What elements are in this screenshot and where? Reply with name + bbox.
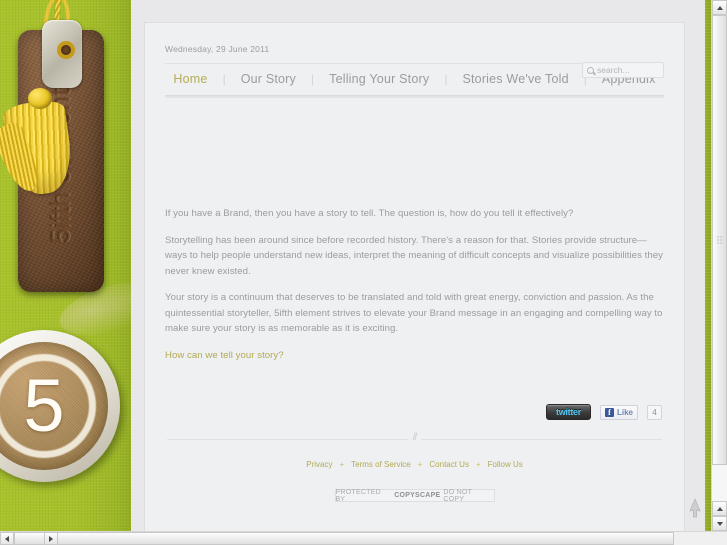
footer-link-terms-of-service[interactable]: Terms of Service [351,460,411,469]
footer-links: Privacy + Terms of Service + Contact Us … [145,440,684,469]
eyelet-hole-icon [57,41,75,59]
search-box[interactable] [582,62,664,78]
coffee-cup-image: 5 [0,330,120,482]
scroll-down-button[interactable] [712,516,727,531]
facebook-icon: f [604,407,614,417]
footer-link-follow-us[interactable]: Follow Us [488,460,523,469]
nav-item-our-story[interactable]: Our Story [226,72,311,86]
cta-link[interactable]: How can we tell your story? [165,350,284,361]
footer-link-contact-us[interactable]: Contact Us [429,460,469,469]
footer-divider: // [167,432,662,444]
search-input[interactable] [597,65,659,75]
twitter-share-button[interactable]: twitter [545,404,591,421]
latte-art-numeral: 5 [23,364,65,447]
mouse-cursor [689,497,701,518]
scroll-up-arrow-icon [716,506,723,511]
nav-item-telling-your-story[interactable]: Telling Your Story [314,72,444,86]
main-copy: If you have a Brand, then you have a sto… [145,98,684,363]
scroll-up-button[interactable] [712,0,727,15]
scroll-right-arrow-icon [49,535,53,542]
copyscape-brand: COPYSCAPE [394,492,441,500]
cta-paragraph: How can we tell your story? [165,348,664,364]
vertical-scrollbar-thumb[interactable] [712,15,727,465]
facebook-like-label: Like [616,407,633,417]
vertical-scrollbar[interactable] [711,0,727,531]
facebook-like-button[interactable]: f Like [599,404,638,420]
copyscape-suffix: DO NOT COPY [443,488,473,503]
horizontal-scrollbar-thumb[interactable] [14,532,674,545]
browser-viewport: 5ifth element 5 Wednesday, 29 June 2011 … [0,0,727,545]
brand-sidebar: 5ifth element 5 [0,0,131,531]
copyscape-prefix: PROTECTED BY [335,488,381,503]
paragraph-storytelling: Storytelling has been around since befor… [165,234,663,277]
footer-link-separator: + [339,460,345,470]
social-share-row: twitter f Like 4 [145,374,684,421]
paragraph-intro: If you have a Brand, then you have a sto… [165,208,574,219]
footer-link-separator: + [475,460,481,470]
scrollbar-grip-icon [716,235,723,245]
nav-item-home[interactable]: Home [158,72,222,86]
page-content-sheet: Wednesday, 29 June 2011 Home | Our Story… [144,22,685,531]
search-icon [585,65,596,75]
tassel-knot-icon [28,88,52,109]
scroll-up-button-bottom[interactable] [712,501,727,516]
scroll-up-arrow-icon [716,5,723,10]
scroll-right-button[interactable] [44,532,58,545]
coffee-surface: 5 [0,342,108,470]
copyscape-badge[interactable]: PROTECTED BY COPYSCAPE DO NOT COPY [334,488,495,503]
facebook-like-count: 4 [647,404,662,420]
paragraph-continuum: Your story is a continuum that deserves … [165,292,663,335]
footer-link-privacy[interactable]: Privacy [306,460,332,469]
scroll-down-arrow-icon [716,521,723,526]
footer-divider-mark: // [407,432,422,444]
horizontal-scrollbar[interactable] [0,531,727,545]
scroll-left-button[interactable] [0,532,14,545]
page-date: Wednesday, 29 June 2011 [165,44,270,54]
footer-link-separator: + [417,460,423,470]
scroll-left-arrow-icon [5,535,9,542]
nav-item-stories-weve-told[interactable]: Stories We've Told [447,72,583,86]
